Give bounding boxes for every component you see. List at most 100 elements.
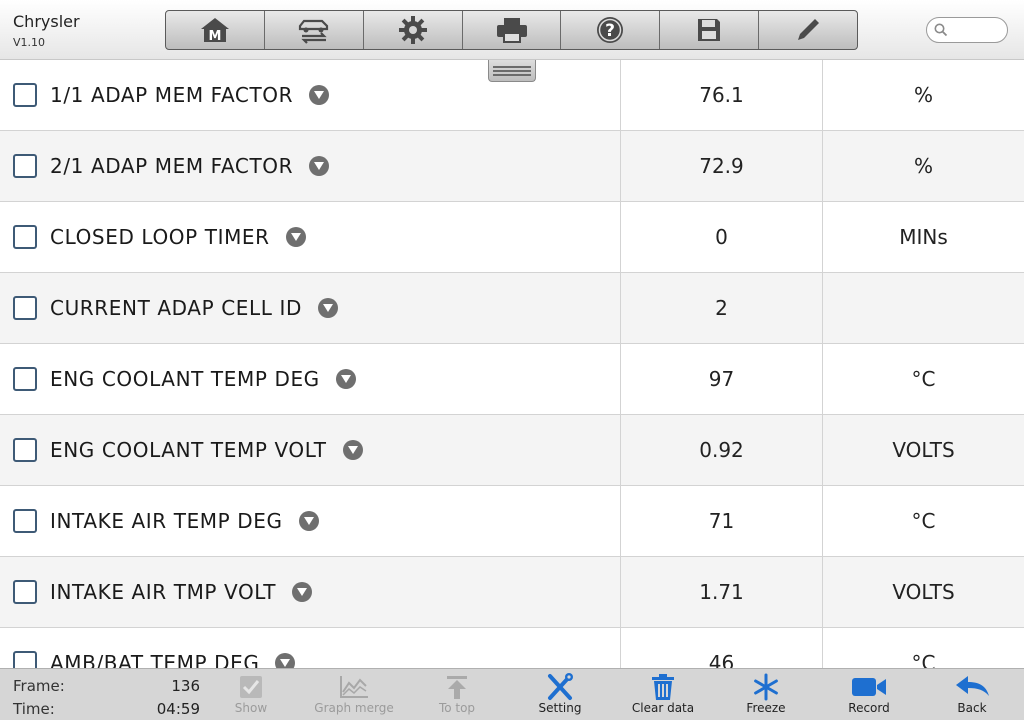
pid-value: 72.9 [621, 131, 823, 201]
show-label: Show [234, 701, 268, 715]
pid-name-cell: INTAKE AIR TEMP DEG [0, 486, 621, 556]
dropdown-button[interactable] [298, 511, 319, 531]
home-icon: M [200, 18, 229, 44]
arrow-up-icon [447, 676, 467, 699]
app-title: Chrysler [13, 12, 80, 31]
snowflake-icon [754, 673, 778, 701]
triangle-down-icon [290, 233, 301, 241]
pid-unit: °C [911, 651, 936, 668]
trash-icon [652, 674, 674, 700]
search-box[interactable] [926, 17, 1008, 43]
dropdown-button[interactable] [317, 298, 338, 318]
triangle-down-icon [340, 375, 351, 383]
dropdown-button[interactable] [275, 653, 296, 668]
setting-button[interactable]: Setting [515, 673, 605, 719]
pid-name: 1/1 ADAP MEM FACTOR [50, 83, 294, 107]
row-checkbox[interactable] [13, 438, 37, 462]
pid-value: 46 [621, 628, 823, 668]
dropdown-button[interactable] [335, 369, 356, 389]
print-button[interactable] [463, 11, 562, 49]
pid-unit [823, 273, 1024, 343]
app-version: V1.10 [13, 36, 46, 49]
drawer-handle[interactable] [488, 60, 536, 82]
gear-icon [398, 16, 427, 44]
car-swap-icon [298, 19, 328, 44]
graph-merge-button[interactable]: Graph merge [309, 673, 399, 719]
live-data-table[interactable]: 1/1 ADAP MEM FACTOR 76.1 % 2/1 ADAP MEM … [0, 60, 1024, 668]
dropdown-button[interactable] [309, 156, 330, 176]
edit-button[interactable] [759, 11, 857, 49]
search-input[interactable] [952, 23, 1004, 37]
row-checkbox[interactable] [13, 651, 37, 668]
row-checkbox[interactable] [13, 83, 37, 107]
save-button[interactable] [660, 11, 760, 49]
pid-value: 71 [621, 486, 823, 556]
table-row[interactable]: INTAKE AIR TMP VOLT 1.71 VOLTS [0, 557, 1024, 628]
pid-name: ENG COOLANT TEMP DEG [50, 367, 320, 391]
handle-line [493, 73, 531, 76]
graph-icon [340, 676, 368, 698]
back-arrow-icon [956, 676, 989, 696]
svg-text:M: M [208, 29, 221, 44]
video-camera-icon [852, 678, 886, 696]
pid-name: 2/1 ADAP MEM FACTOR [50, 154, 294, 178]
record-button[interactable]: Record [824, 673, 914, 719]
pid-name-cell: AMB/BAT TEMP DEG [0, 628, 621, 668]
pid-name: CURRENT ADAP CELL ID [50, 296, 302, 320]
triangle-down-icon [322, 304, 333, 312]
checkbox-icon [240, 676, 262, 698]
help-button[interactable]: ? [561, 11, 661, 49]
clear-data-button[interactable]: Clear data [618, 673, 708, 719]
vehicle-swap-button[interactable] [265, 11, 364, 49]
question-icon: ? [597, 17, 624, 43]
show-button[interactable]: Show [206, 673, 296, 719]
row-checkbox[interactable] [13, 296, 37, 320]
freeze-button[interactable]: Freeze [721, 673, 811, 719]
row-checkbox[interactable] [13, 154, 37, 178]
table-row[interactable]: ENG COOLANT TEMP VOLT 0.92 VOLTS [0, 415, 1024, 486]
freeze-label: Freeze [746, 701, 786, 715]
pid-name-cell: 2/1 ADAP MEM FACTOR [0, 131, 621, 201]
dropdown-button[interactable] [292, 582, 313, 602]
table-row[interactable]: ENG COOLANT TEMP DEG 97 °C [0, 344, 1024, 415]
table-row[interactable]: INTAKE AIR TEMP DEG 71 °C [0, 486, 1024, 557]
frame-count: 136 [171, 677, 200, 695]
pid-unit: % [913, 154, 933, 178]
pid-value: 1.71 [621, 557, 823, 627]
triangle-down-icon [347, 446, 358, 454]
table-row[interactable]: 2/1 ADAP MEM FACTOR 72.9 % [0, 131, 1024, 202]
footer-bar: Frame: 136 Time: 04:59 Show Graph merge [0, 668, 1024, 720]
setting-label: Setting [538, 701, 582, 715]
search-icon [934, 23, 948, 37]
wrench-screwdriver-icon [548, 673, 573, 700]
table-row[interactable]: CLOSED LOOP TIMER 0 MINs [0, 202, 1024, 273]
row-checkbox[interactable] [13, 509, 37, 533]
pid-name-cell: CLOSED LOOP TIMER [0, 202, 621, 272]
back-button[interactable]: Back [927, 673, 1017, 719]
pid-name: INTAKE AIR TEMP DEG [50, 509, 283, 533]
home-button[interactable]: M [166, 11, 265, 49]
pid-value: 2 [621, 273, 823, 343]
pid-value: 97 [621, 344, 823, 414]
clear-data-label: Clear data [631, 701, 695, 715]
dropdown-button[interactable] [285, 227, 306, 247]
pid-name: AMB/BAT TEMP DEG [50, 651, 260, 668]
dropdown-button[interactable] [309, 85, 330, 105]
pid-value: 0.92 [621, 415, 823, 485]
svg-text:?: ? [605, 21, 615, 41]
graph-merge-label: Graph merge [314, 701, 394, 715]
frame-label: Frame: [13, 677, 65, 695]
triangle-down-icon [314, 162, 325, 170]
back-label: Back [957, 701, 987, 715]
row-checkbox[interactable] [13, 367, 37, 391]
to-top-button[interactable]: To top [412, 673, 502, 719]
table-row[interactable]: AMB/BAT TEMP DEG 46 °C [0, 628, 1024, 668]
dropdown-button[interactable] [342, 440, 363, 460]
row-checkbox[interactable] [13, 225, 37, 249]
pid-value: 76.1 [621, 60, 823, 130]
handle-line [493, 69, 531, 72]
table-row[interactable]: CURRENT ADAP CELL ID 2 [0, 273, 1024, 344]
row-checkbox[interactable] [13, 580, 37, 604]
settings-button[interactable] [364, 11, 463, 49]
pid-name-cell: CURRENT ADAP CELL ID [0, 273, 621, 343]
